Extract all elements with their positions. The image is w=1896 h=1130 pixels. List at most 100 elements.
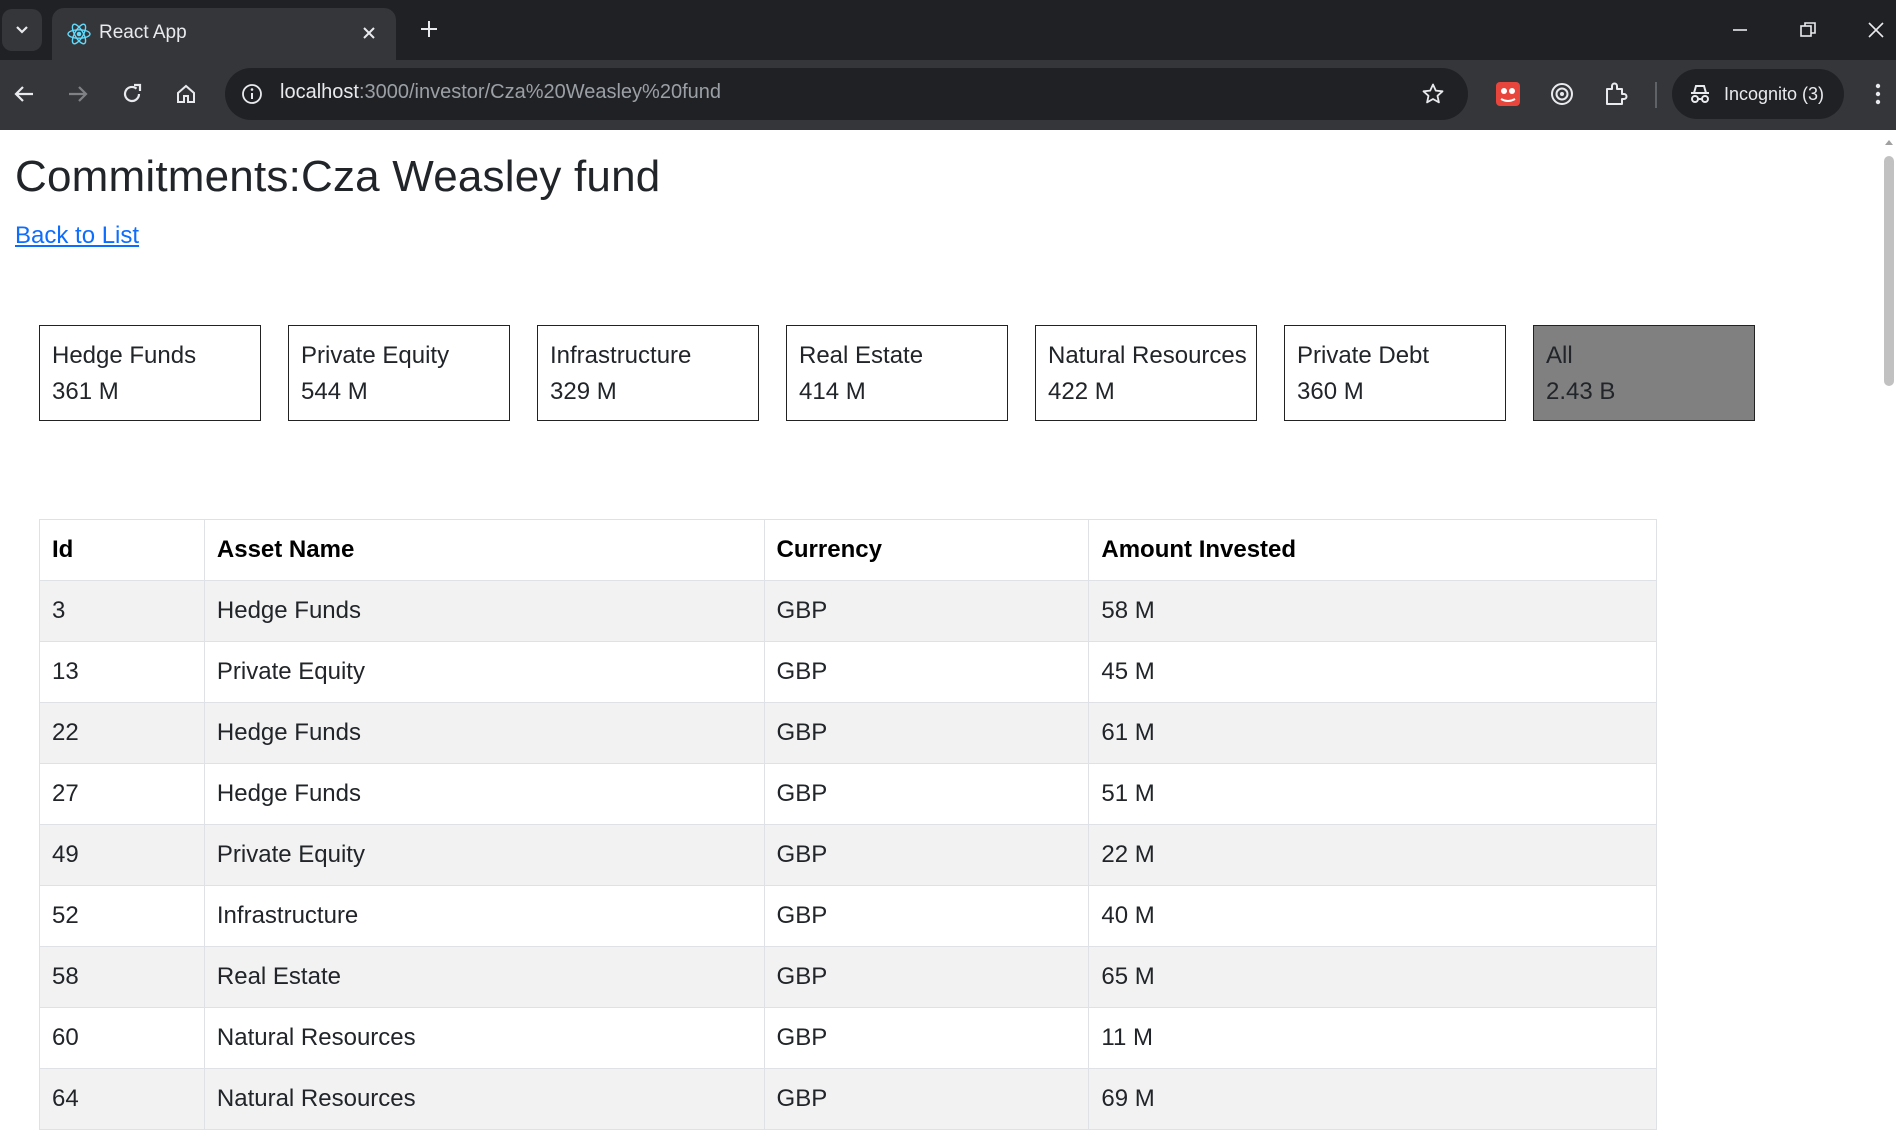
- cell-id: 58: [39, 946, 205, 1008]
- table-row[interactable]: 60 Natural Resources GBP 11 M: [39, 1007, 1657, 1069]
- cell-id: 13: [39, 641, 205, 703]
- incognito-indicator[interactable]: Incognito (3): [1672, 69, 1844, 119]
- extension-red-icon: [1496, 82, 1520, 106]
- card-value: 361 M: [52, 378, 119, 405]
- target-icon: [1551, 83, 1573, 105]
- asset-card-private-equity[interactable]: Private Equity 544 M: [288, 325, 510, 421]
- scroll-up-arrow-icon[interactable]: [1884, 136, 1894, 148]
- table-row[interactable]: 52 Infrastructure GBP 40 M: [39, 885, 1657, 947]
- back-to-list-link[interactable]: Back to List: [15, 222, 139, 250]
- card-value: 329 M: [550, 378, 617, 405]
- cell-currency: GBP: [763, 1007, 1090, 1069]
- url-path: :3000/investor/Cza%20Weasley%20fund: [358, 81, 722, 103]
- cell-asset-name: Real Estate: [203, 946, 765, 1008]
- card-name: Natural Resources: [1048, 342, 1247, 369]
- asset-card-real-estate[interactable]: Real Estate 414 M: [786, 325, 1008, 421]
- column-header-asset-name[interactable]: Asset Name: [203, 519, 765, 581]
- browser-menu-button[interactable]: [1858, 74, 1896, 114]
- tab-search-button[interactable]: [2, 9, 42, 51]
- reload-button[interactable]: [112, 74, 152, 114]
- arrow-right-icon: [69, 86, 88, 102]
- asset-card-private-debt[interactable]: Private Debt 360 M: [1284, 325, 1506, 421]
- asset-card-hedge-funds[interactable]: Hedge Funds 361 M: [39, 325, 261, 421]
- cell-amount-invested: 22 M: [1088, 824, 1657, 886]
- asset-card-infrastructure[interactable]: Infrastructure 329 M: [537, 325, 759, 421]
- cell-amount-invested: 40 M: [1088, 885, 1657, 947]
- browser-toolbar: localhost:3000/investor/Cza%20Weasley%20…: [0, 60, 1896, 130]
- address-bar[interactable]: localhost:3000/investor/Cza%20Weasley%20…: [225, 68, 1468, 120]
- page-title: Commitments:Cza Weasley fund: [15, 152, 661, 201]
- cell-currency: GBP: [763, 1068, 1090, 1130]
- new-tab-button[interactable]: [412, 12, 446, 46]
- cell-currency: GBP: [763, 702, 1090, 764]
- tab-bar: React App: [0, 0, 1896, 60]
- scrollbar-thumb[interactable]: [1884, 156, 1894, 386]
- table-row[interactable]: 27 Hedge Funds GBP 51 M: [39, 763, 1657, 825]
- close-window-button[interactable]: [1846, 8, 1896, 52]
- cell-amount-invested: 45 M: [1088, 641, 1657, 703]
- cell-asset-name: Hedge Funds: [203, 702, 765, 764]
- cell-asset-name: Private Equity: [203, 641, 765, 703]
- cell-currency: GBP: [763, 641, 1090, 703]
- cell-currency: GBP: [763, 580, 1090, 642]
- puzzle-icon: [1606, 82, 1628, 105]
- table-header-row: Id Asset Name Currency Amount Invested: [39, 519, 1657, 581]
- home-icon: [177, 84, 195, 103]
- card-name: All: [1546, 342, 1573, 369]
- cell-currency: GBP: [763, 885, 1090, 947]
- close-icon: [363, 27, 375, 39]
- restore-button[interactable]: [1778, 8, 1838, 52]
- asset-card-all[interactable]: All 2.43 B: [1533, 325, 1755, 421]
- cell-currency: GBP: [763, 763, 1090, 825]
- card-name: Hedge Funds: [52, 342, 197, 369]
- home-button[interactable]: [166, 74, 206, 114]
- tab-title: React App: [99, 22, 187, 43]
- table-row[interactable]: 64 Natural Resources GBP 69 M: [39, 1068, 1657, 1130]
- info-icon: [242, 84, 262, 104]
- cell-currency: GBP: [763, 824, 1090, 886]
- table-row[interactable]: 13 Private Equity GBP 45 M: [39, 641, 1657, 703]
- cell-amount-invested: 61 M: [1088, 702, 1657, 764]
- react-icon: [67, 23, 91, 45]
- minimize-button[interactable]: [1710, 8, 1770, 52]
- table-body: 3 Hedge Funds GBP 58 M 13 Private Equity GBP 45…: [39, 580, 1657, 1130]
- table-row[interactable]: 3 Hedge Funds GBP 58 M: [39, 580, 1657, 642]
- url-host: localhost: [280, 81, 359, 103]
- restore-icon: [1800, 22, 1816, 37]
- table-row[interactable]: 49 Private Equity GBP 22 M: [39, 824, 1657, 886]
- cell-asset-name: Natural Resources: [203, 1068, 765, 1130]
- cell-asset-name: Infrastructure: [203, 885, 765, 947]
- cell-id: 60: [39, 1007, 205, 1069]
- back-button[interactable]: [4, 74, 44, 114]
- browser-tab[interactable]: React App: [52, 8, 396, 60]
- cell-id: 27: [39, 763, 205, 825]
- column-header-currency[interactable]: Currency: [763, 519, 1090, 581]
- card-name: Private Equity: [301, 342, 450, 369]
- column-header-id[interactable]: Id: [39, 519, 205, 581]
- cell-asset-name: Natural Resources: [203, 1007, 765, 1069]
- plus-icon: [421, 21, 437, 37]
- star-icon: [1422, 83, 1444, 104]
- toolbar-separator: [1655, 82, 1657, 108]
- url-text[interactable]: localhost:3000/investor/Cza%20Weasley%20…: [280, 81, 721, 104]
- close-icon: [1868, 22, 1884, 38]
- extensions-button[interactable]: [1596, 74, 1636, 114]
- minimize-icon: [1733, 29, 1747, 31]
- tab-close-button[interactable]: [354, 18, 384, 48]
- cell-id: 49: [39, 824, 205, 886]
- extension-button[interactable]: [1542, 74, 1582, 114]
- card-name: Private Debt: [1297, 342, 1430, 369]
- site-info-button[interactable]: [237, 79, 267, 109]
- table-row[interactable]: 22 Hedge Funds GBP 61 M: [39, 702, 1657, 764]
- cell-id: 64: [39, 1068, 205, 1130]
- column-header-amount-invested[interactable]: Amount Invested: [1088, 519, 1657, 581]
- asset-card-natural-resources[interactable]: Natural Resources 422 M: [1035, 325, 1257, 421]
- arrow-left-icon: [14, 86, 33, 102]
- extension-button[interactable]: [1488, 74, 1528, 114]
- bookmark-button[interactable]: [1418, 79, 1448, 109]
- card-name: Infrastructure: [550, 342, 692, 369]
- browser-chrome: React App localhost:3000/investor/Cza%20…: [0, 0, 1896, 130]
- forward-button[interactable]: [58, 74, 98, 114]
- table-row[interactable]: 58 Real Estate GBP 65 M: [39, 946, 1657, 1008]
- incognito-icon: [1691, 85, 1709, 103]
